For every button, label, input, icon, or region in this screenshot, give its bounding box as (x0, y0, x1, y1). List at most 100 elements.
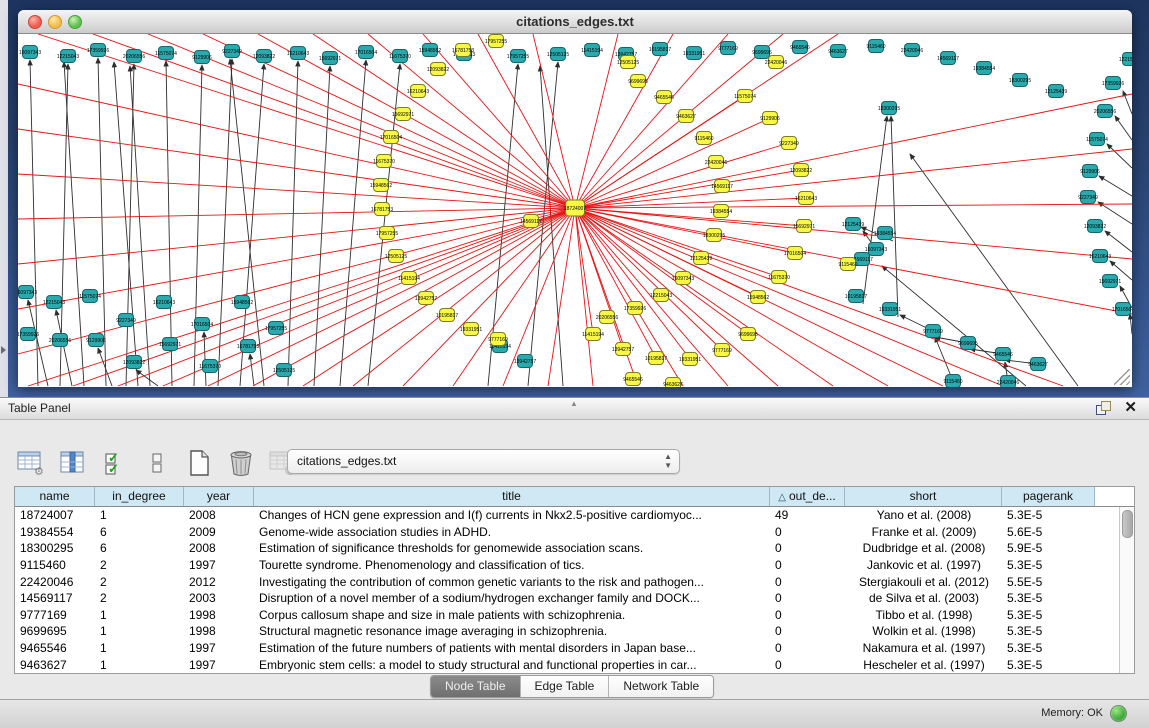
graph-node[interactable]: 17016504 (380, 131, 402, 144)
graph-node[interactable]: 10195817 (436, 309, 458, 322)
graph-edge[interactable] (73, 208, 575, 386)
graph-node[interactable]: 15692971 (392, 108, 414, 121)
graph-edge[interactable] (575, 94, 1132, 208)
graph-node[interactable]: 15948562 (231, 296, 253, 309)
graph-node[interactable]: 9777169 (488, 333, 508, 346)
graph-edge[interactable] (114, 62, 138, 386)
graph-edge[interactable] (240, 64, 264, 386)
column-header-name[interactable]: name (15, 487, 95, 506)
graph-node[interactable]: 9465546 (790, 41, 810, 54)
graph-node[interactable]: 9699695 (738, 328, 758, 341)
graph-edge[interactable] (575, 208, 888, 386)
graph-node[interactable]: 17359926 (87, 44, 109, 57)
graph-node[interactable]: 9227349 (1078, 191, 1098, 204)
new-table-icon[interactable] (184, 448, 214, 478)
table-row[interactable]: 911546021997Tourette syndrome. Phenomeno… (15, 557, 1119, 574)
graph-edge[interactable] (288, 61, 298, 386)
graph-edge[interactable] (1130, 314, 1132, 334)
graph-node[interactable]: 9129906 (1080, 165, 1100, 178)
column-header-title[interactable]: title (254, 487, 770, 506)
graph-node[interactable]: 12215043 (1119, 53, 1132, 66)
column-header-pagerank[interactable]: pagerank (1002, 487, 1095, 506)
graph-node[interactable]: 15948562 (747, 291, 769, 304)
graph-node[interactable]: 17016504 (1112, 303, 1132, 316)
graph-node[interactable]: 9777169 (712, 344, 732, 357)
graph-node[interactable]: 11575074 (734, 90, 756, 103)
graph-node[interactable]: 16210643 (795, 192, 817, 205)
graph-node[interactable]: 18724007 (564, 200, 586, 216)
graph-node[interactable]: 11415194 (398, 272, 420, 285)
graph-node[interactable]: 16210643 (287, 47, 309, 60)
graph-node[interactable]: 16097343 (18, 286, 37, 299)
graph-edge[interactable] (1115, 116, 1132, 140)
graph-node[interactable]: 10195817 (645, 352, 667, 365)
graph-node[interactable]: 16781753 (237, 340, 259, 353)
graph-node[interactable]: 12505125 (273, 364, 295, 377)
graph-node[interactable]: 9115460 (943, 375, 962, 388)
table-panel-header[interactable]: Table Panel ▲ ✕ (0, 397, 1149, 420)
graph-node[interactable]: 11575074 (1086, 133, 1108, 146)
memory-status-indicator-icon[interactable] (1110, 705, 1127, 722)
graph-node[interactable]: 12093822 (123, 356, 145, 369)
graph-edge[interactable] (218, 59, 232, 386)
scrollbar-thumb[interactable] (1122, 510, 1133, 538)
graph-node[interactable]: 17957255 (265, 322, 287, 335)
table-row[interactable]: 1938455462009Genome-wide association stu… (15, 524, 1119, 541)
graph-node[interactable]: 19331951 (683, 47, 705, 60)
tab-edge-table[interactable]: Edge Table (520, 676, 609, 697)
graph-node[interactable]: 9115460 (866, 40, 885, 53)
graph-node[interactable]: 22420046 (765, 56, 787, 69)
column-header-short[interactable]: short (845, 487, 1002, 506)
graph-node[interactable]: 12505125 (547, 48, 569, 61)
graph-node[interactable]: 11575074 (79, 290, 101, 303)
graph-node[interactable]: 10195817 (845, 290, 867, 303)
window-titlebar[interactable]: citations_edges.txt (18, 10, 1132, 34)
graph-edge[interactable] (575, 143, 789, 208)
graph-node[interactable]: 9129906 (760, 112, 780, 125)
graph-edge[interactable] (575, 208, 779, 277)
graph-node[interactable]: 9227349 (779, 137, 799, 150)
graph-edge[interactable] (575, 170, 801, 208)
graph-node[interactable]: 16210643 (153, 296, 175, 309)
graph-node[interactable]: 11415194 (581, 44, 603, 57)
float-panel-icon[interactable] (1096, 401, 1111, 415)
graph-edge[interactable] (1099, 176, 1132, 196)
graph-node[interactable]: 12215043 (57, 50, 79, 63)
graph-node[interactable]: 12125439 (842, 218, 864, 231)
network-canvas[interactable]: 1609734312215043173599262020655611575074… (18, 34, 1132, 387)
table-row[interactable]: 946554611997Estimation of the future num… (15, 640, 1119, 657)
graph-node[interactable]: 9227349 (222, 45, 242, 58)
graph-edge[interactable] (575, 149, 1132, 208)
graph-node[interactable]: 9463627 (1028, 358, 1048, 371)
graph-node[interactable]: 15692971 (793, 220, 815, 233)
graph-node[interactable]: 17359926 (624, 302, 646, 315)
graph-node[interactable]: 12505125 (385, 250, 407, 263)
column-header-in_degree[interactable]: in_degree (95, 487, 184, 506)
graph-node[interactable]: 9129906 (86, 334, 106, 347)
graph-node[interactable]: 18300295 (878, 102, 900, 115)
graph-node[interactable]: 11675370 (199, 360, 221, 373)
graph-node[interactable]: 9465546 (993, 348, 1013, 361)
graph-node[interactable]: 16210643 (1089, 250, 1111, 263)
table-row[interactable]: 1830029562008Estimation of significance … (15, 540, 1119, 557)
table-row[interactable]: 2242004622012Investigating the contribut… (15, 573, 1119, 590)
graph-node[interactable]: 17359926 (1102, 77, 1124, 90)
graph-node[interactable]: 18300295 (1009, 74, 1031, 87)
graph-node[interactable]: 16781753 (371, 203, 393, 216)
graph-edge[interactable] (575, 208, 1132, 259)
graph-edge[interactable] (863, 116, 887, 304)
graph-node[interactable]: 11675370 (768, 271, 790, 284)
graph-node[interactable]: 13942757 (415, 292, 437, 305)
graph-node[interactable]: 12093822 (253, 50, 275, 63)
graph-node[interactable]: 14569117 (937, 52, 959, 65)
graph-edge[interactable] (18, 208, 575, 354)
table-row[interactable]: 977716911998Corpus callosum shape and si… (15, 607, 1119, 624)
window-resize-grip[interactable] (1114, 369, 1130, 385)
graph-node[interactable]: 16210643 (407, 85, 429, 98)
graph-node[interactable]: 13942757 (612, 343, 634, 356)
graph-edge[interactable] (314, 66, 330, 386)
graph-node[interactable]: 12125439 (1045, 85, 1067, 98)
graph-node[interactable]: 11675370 (389, 50, 411, 63)
graph-node[interactable]: 19384554 (973, 62, 995, 75)
graph-edge[interactable] (313, 34, 575, 208)
